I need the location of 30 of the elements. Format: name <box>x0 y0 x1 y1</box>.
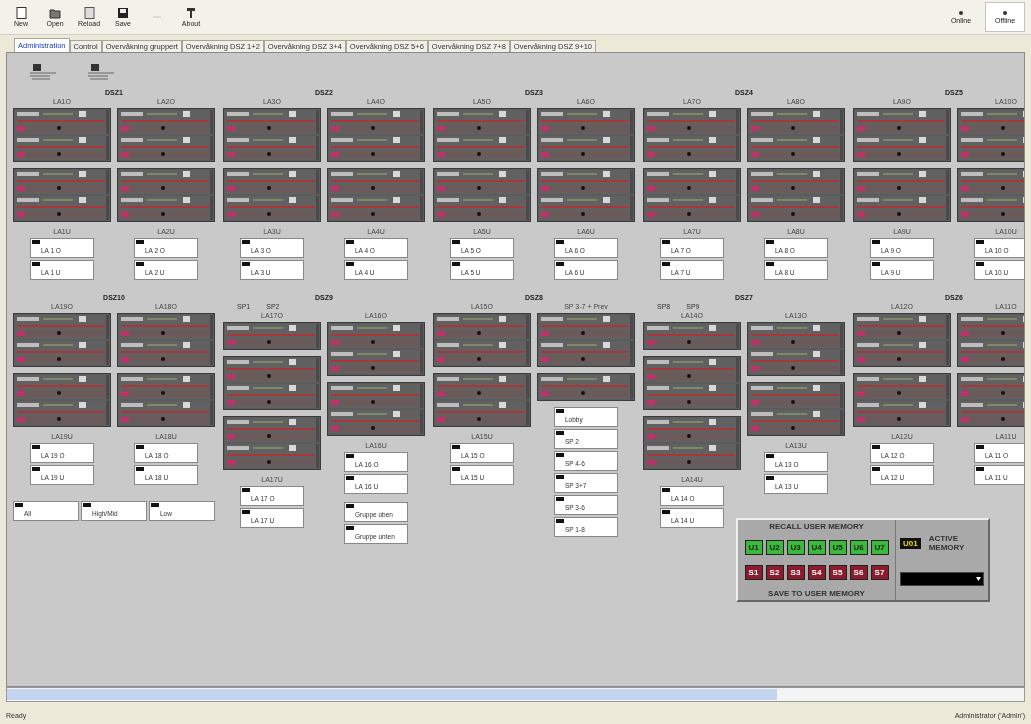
folder-icon <box>49 7 61 19</box>
recall-button[interactable]: U5 <box>828 540 847 556</box>
recall-button[interactable]: U1 <box>744 540 763 556</box>
page-icon <box>83 7 95 19</box>
floppy-icon <box>117 7 129 19</box>
document-icon <box>15 7 27 19</box>
memory-dropdown[interactable] <box>900 572 984 586</box>
dot-icon <box>1003 10 1007 15</box>
panel-title: SAVE TO USER MEMORY <box>768 589 865 598</box>
recall-button[interactable]: U4 <box>807 540 826 556</box>
scrollbar[interactable] <box>6 687 1025 702</box>
panel-title: ACTIVE MEMORY <box>928 534 966 552</box>
memory-display: U01 <box>900 537 921 549</box>
caret-icon <box>976 577 981 581</box>
store-memory-button[interactable]: S4 <box>807 564 826 580</box>
device-icon <box>29 63 57 81</box>
recall-button[interactable]: U2 <box>765 540 784 556</box>
recall-button[interactable]: U7 <box>870 540 889 556</box>
store-memory-button[interactable]: S6 <box>849 564 868 580</box>
recall-button[interactable]: U6 <box>849 540 868 556</box>
recall-button[interactable]: U3 <box>786 540 805 556</box>
store-memory-button[interactable]: S7 <box>870 564 889 580</box>
store-memory-button[interactable]: S3 <box>786 564 805 580</box>
t-shape-icon <box>185 7 197 19</box>
store-memory-button[interactable]: S2 <box>765 564 784 580</box>
store-memory-button[interactable]: S5 <box>828 564 847 580</box>
store-memory-button[interactable]: S1 <box>744 564 763 580</box>
dot-icon <box>959 10 963 15</box>
panel-title: RECALL USER MEMORY <box>769 522 864 531</box>
device-icon <box>87 63 115 81</box>
